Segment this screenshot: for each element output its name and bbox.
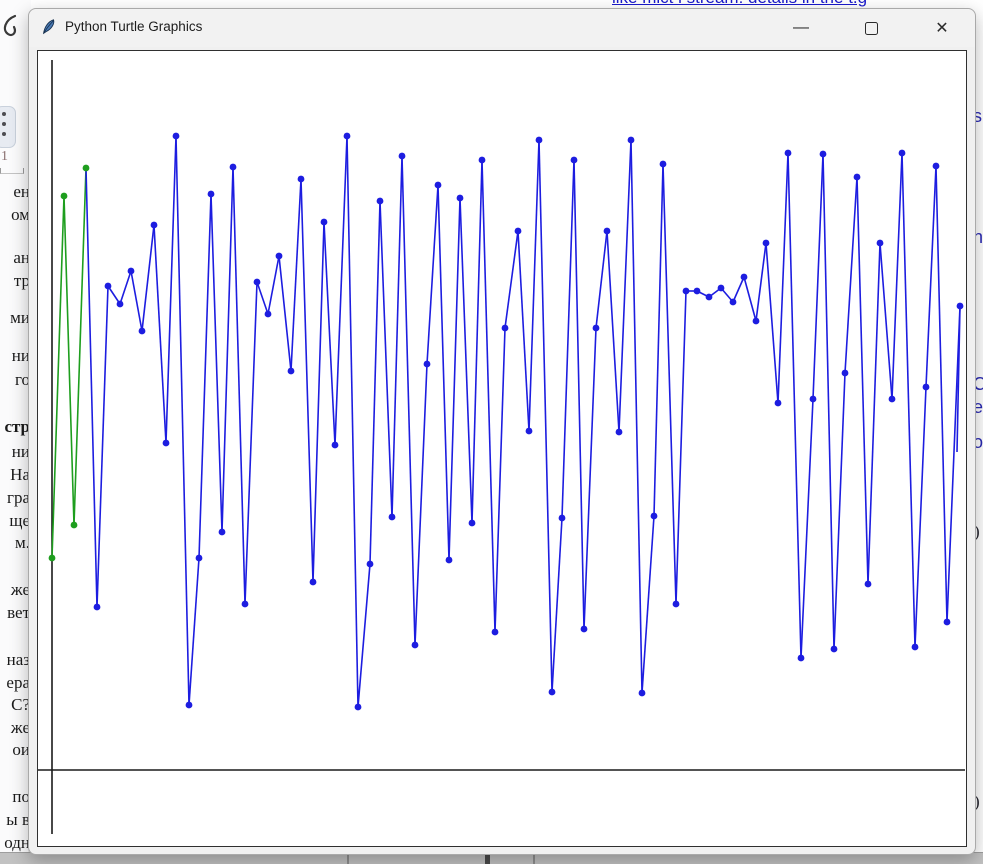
minimize-button[interactable]: — <box>781 13 821 43</box>
bg-text-fragment: вет <box>0 602 30 624</box>
bg-text-fragment: стр <box>0 416 30 438</box>
ruler-number: 1 <box>1 149 8 165</box>
bg-text-fragment: же <box>0 717 30 739</box>
kebab-menu-icon <box>0 106 16 148</box>
bg-text-fragment: гра <box>0 487 30 509</box>
window-title: Python Turtle Graphics <box>65 19 202 34</box>
close-button[interactable]: ✕ <box>922 13 962 43</box>
bg-text-fragment: На <box>0 464 30 486</box>
python-feather-icon <box>40 18 58 36</box>
bg-text-fragment: ои <box>0 739 30 761</box>
bg-text-fragment: ен <box>0 181 30 203</box>
bg-text-fragment: ще <box>0 510 30 532</box>
ruler-ticks <box>0 168 24 174</box>
bg-text-fragment: ан <box>0 247 30 269</box>
titlebar[interactable]: Python Turtle Graphics — ✕ <box>29 9 975 47</box>
bg-text-fragment: наз <box>0 649 30 671</box>
bg-text-fragment: ом <box>0 204 30 226</box>
turtle-canvas <box>37 50 967 847</box>
bg-text-fragment: ера <box>0 672 30 694</box>
maximize-button[interactable] <box>851 13 891 43</box>
bg-text-fragment: же <box>0 579 30 601</box>
turtle-graphics-window[interactable]: Python Turtle Graphics — ✕ <box>28 8 976 855</box>
bg-text-fragment: ы в <box>0 809 30 831</box>
bg-text-fragment: ми <box>0 307 30 329</box>
bg-text-fragment: го <box>0 369 30 391</box>
bg-text-fragment: по <box>0 786 30 808</box>
bg-text-fragment: тр <box>0 270 30 292</box>
corner-curve-glyph <box>0 13 20 43</box>
bg-text-fragment: С? <box>0 694 30 716</box>
bg-text-fragment: ни <box>0 441 30 463</box>
bg-text-fragment: м. <box>0 532 30 554</box>
maximize-icon <box>865 22 878 35</box>
background-document-left-strip: 1 еномантрминигострниНагращем.жеветназер… <box>0 0 31 852</box>
background-link-text: like mict i stream: details in the t.g <box>612 0 983 8</box>
bg-text-fragment: ни <box>0 345 30 367</box>
turtle-plot-svg <box>38 51 966 846</box>
bg-text-fragment: одн <box>0 832 30 854</box>
